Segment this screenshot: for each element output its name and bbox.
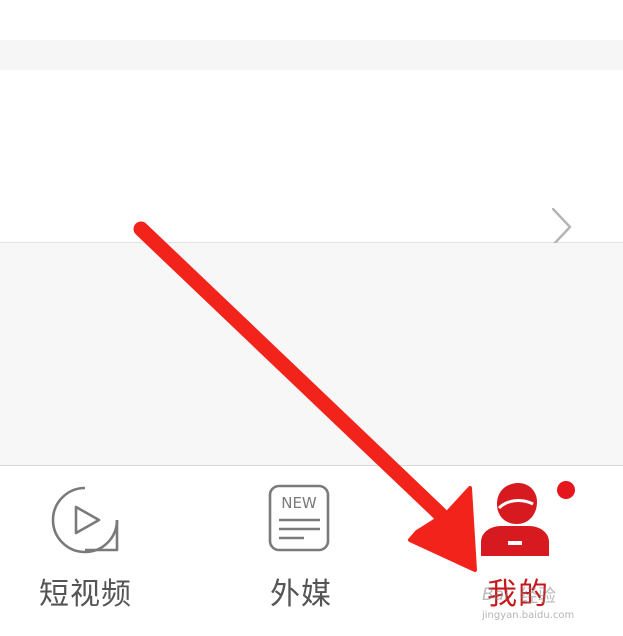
section-divider xyxy=(0,40,623,70)
watermark-url: jingyan.baidu.com xyxy=(482,610,575,621)
notification-badge xyxy=(557,481,575,499)
tab-label: 短视频 xyxy=(39,577,132,612)
watermark: Bai 经验 jingyan.baidu.com xyxy=(482,578,602,628)
news-icon: NEW xyxy=(268,484,332,560)
svg-text:NEW: NEW xyxy=(281,494,317,512)
settings-row[interactable] xyxy=(0,70,623,247)
play-circle-icon xyxy=(49,484,121,560)
tab-label: 外媒 xyxy=(270,577,332,612)
top-blank-area xyxy=(0,0,623,40)
empty-content-area xyxy=(0,243,623,466)
svg-text:Bai: Bai xyxy=(482,585,509,605)
tab-short-video[interactable]: 短视频 xyxy=(25,466,155,636)
user-avatar-icon xyxy=(477,480,553,562)
watermark-text: 经验 xyxy=(520,586,556,607)
watermark-logo: Bai xyxy=(482,578,518,612)
tab-foreign-media[interactable]: NEW 外媒 xyxy=(240,466,370,636)
